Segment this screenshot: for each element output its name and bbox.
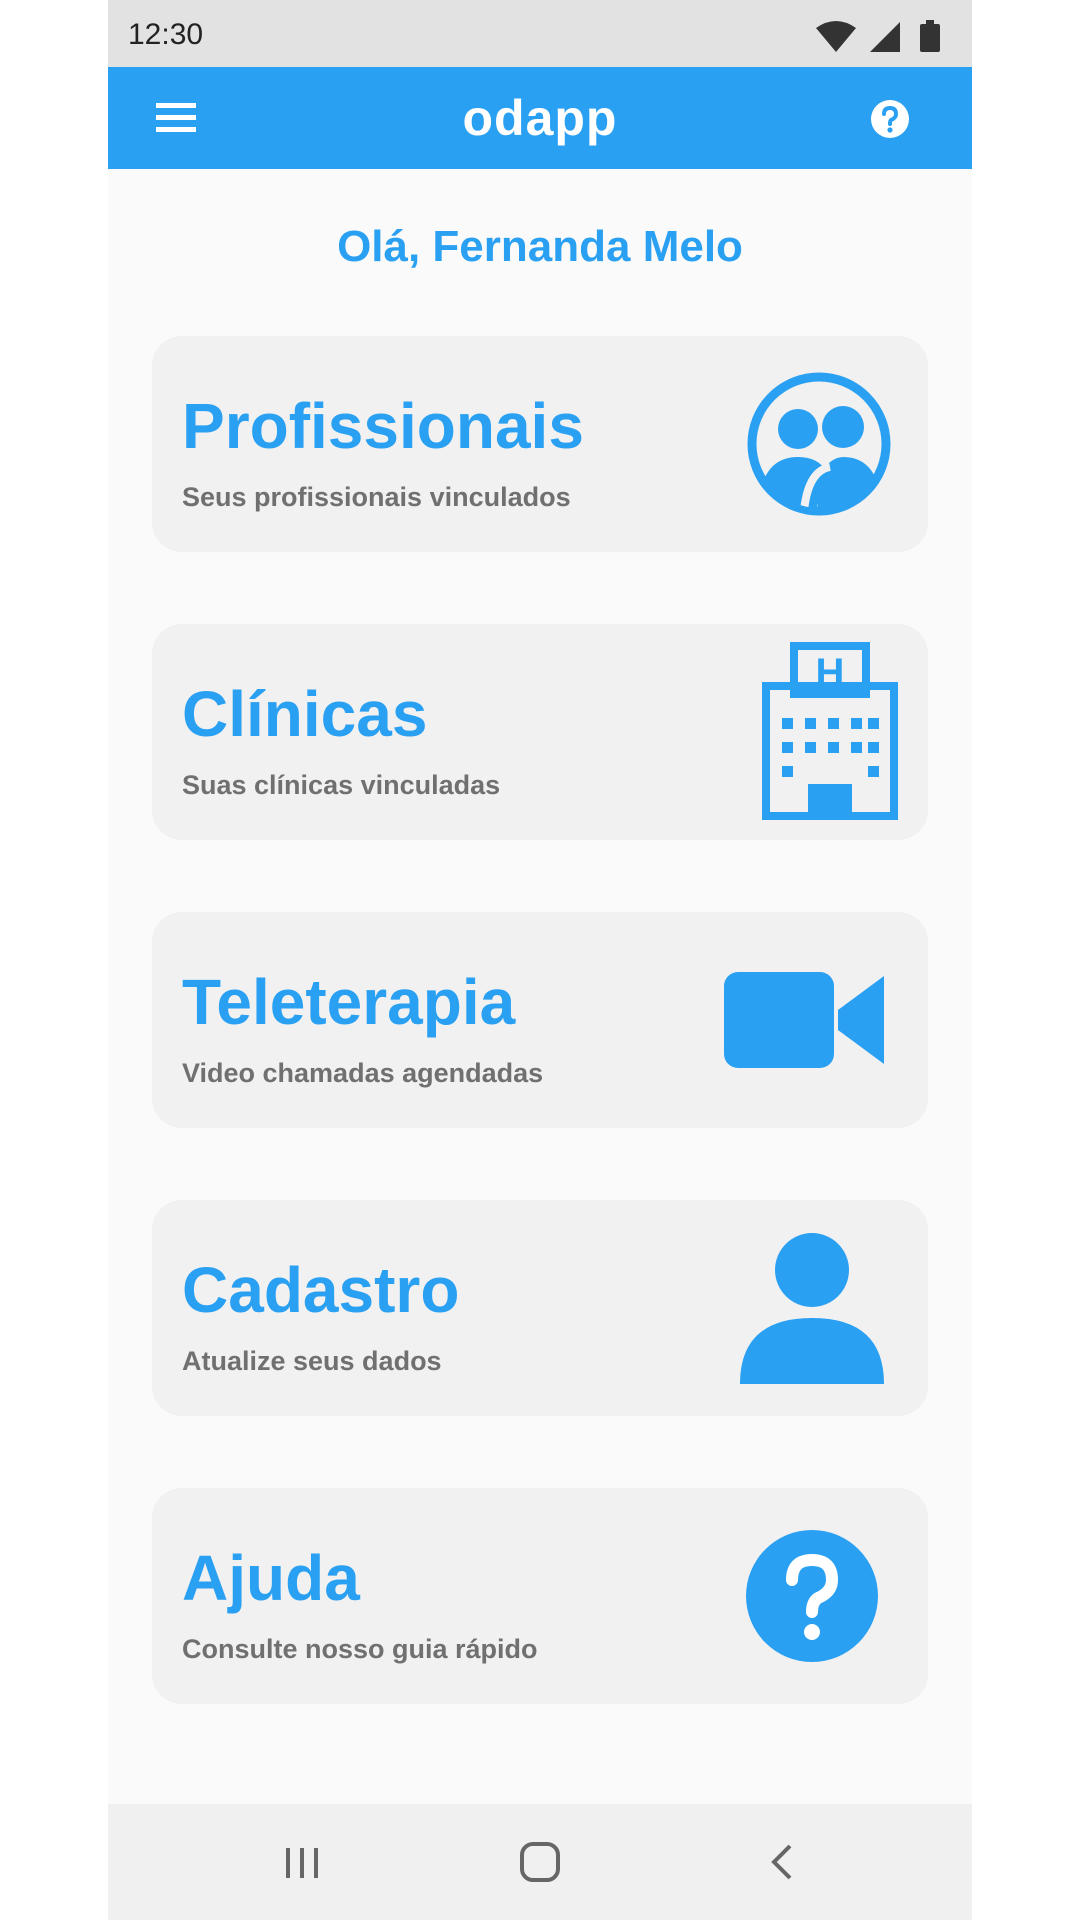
card-clinicas[interactable]: Clínicas Suas clínicas vinculadas H [152,624,928,840]
question-icon [746,1530,878,1662]
card-cadastro[interactable]: Cadastro Atualize seus dados [152,1200,928,1416]
status-icons [816,20,940,52]
card-profissionais[interactable]: Profissionais Seus profissionais vincula… [152,336,928,552]
people-icon [747,372,891,516]
card-subtitle: Suas clínicas vinculadas [182,770,501,800]
card-title: Teleterapia [182,966,516,1038]
card-ajuda[interactable]: Ajuda Consulte nosso guia rápido [152,1488,928,1704]
hospital-icon: H [762,642,898,820]
wifi-icon [816,21,856,52]
card-title: Ajuda [182,1542,360,1614]
card-subtitle: Video chamadas agendadas [182,1058,544,1088]
phone-screen: 12:30 odapp Olá, Fernanda Melo Profissio… [108,0,972,1920]
signal-icon [870,22,900,52]
page: 12:30 odapp Olá, Fernanda Melo Profissio… [0,0,1080,1920]
recent-apps-icon[interactable] [278,1838,326,1886]
card-subtitle: Atualize seus dados [182,1346,442,1376]
battery-icon [920,20,940,52]
video-camera-icon [724,972,884,1068]
app-title: odapp [462,90,618,146]
card-title: Profissionais [182,390,584,462]
card-teleterapia[interactable]: Teleterapia Video chamadas agendadas [152,912,928,1128]
card-title: Cadastro [182,1254,460,1326]
home-icon[interactable] [516,1838,564,1886]
back-icon[interactable] [758,1838,806,1886]
person-icon [740,1233,884,1384]
status-time: 12:30 [128,18,204,51]
card-title: Clínicas [182,678,428,750]
system-nav-bar [108,1804,972,1920]
app-bar: odapp [108,67,972,169]
card-subtitle: Consulte nosso guia rápido [182,1634,538,1664]
help-icon[interactable] [870,99,910,139]
card-subtitle: Seus profissionais vinculados [182,482,571,512]
status-bar: 12:30 [108,0,972,67]
greeting-text: Olá, Fernanda Melo [337,222,743,271]
